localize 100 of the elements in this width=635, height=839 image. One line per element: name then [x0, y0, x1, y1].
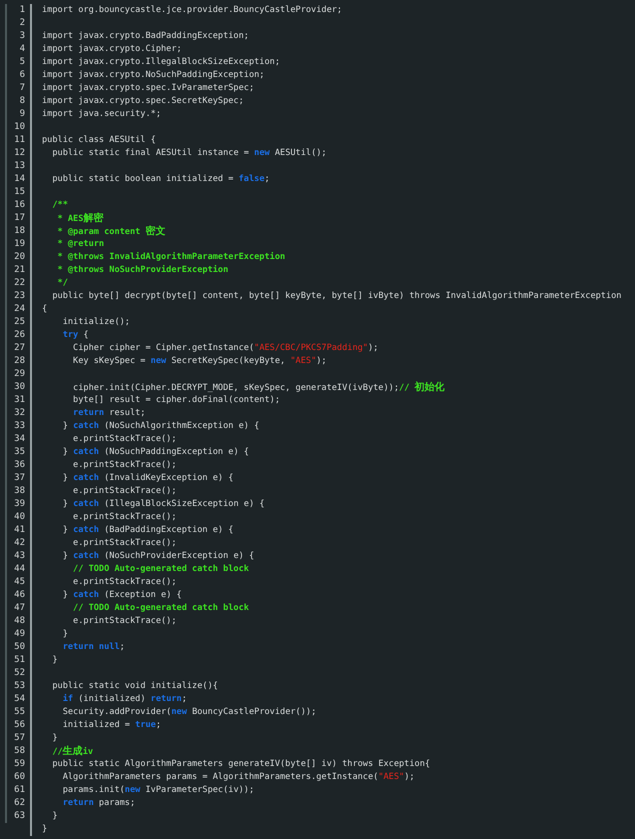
line-number: 56 [14, 719, 25, 732]
code-line: byte[] result = cipher.doFinal(content); [73, 394, 280, 407]
line-number: 54 [14, 693, 25, 706]
code-line: Cipher cipher = Cipher.getInstance("AES/CBC/PKCS7Padding"); [73, 342, 378, 355]
code-line: } catch (InvalidKeyException e) { [62, 472, 234, 485]
code-line: import javax.crypto.spec.IvParameterSpec; [42, 82, 254, 95]
line-number: 26 [14, 329, 25, 342]
code-line: import javax.crypto.IllegalBlockSizeException; [42, 56, 280, 69]
line-number: 55 [14, 706, 25, 719]
line-number: 6 [20, 69, 25, 82]
line-number: 52 [14, 667, 25, 680]
code-comment: * @throws InvalidAlgorithmParameterException [58, 251, 286, 264]
code-line: initialized = true; [62, 719, 162, 732]
line-number: 40 [14, 511, 25, 524]
line-number: 7 [20, 82, 25, 95]
code-line: public byte[] decrypt(byte[] content, byte[] keyByte, byte[] ivByte) throws InvalidAlgorithmParameterException [52, 290, 622, 303]
line-number: 32 [14, 407, 25, 420]
code-line: params.init(new IvParameterSpec(iv)); [62, 784, 254, 797]
line-number: 50 [14, 641, 25, 654]
code-line: import javax.crypto.NoSuchPaddingException; [42, 69, 264, 82]
code-line: e.printStackTrace(); [73, 459, 177, 472]
line-number: 36 [14, 459, 25, 472]
line-number: 1 [20, 4, 25, 17]
code-comment: // TODO Auto-generated catch block [73, 602, 249, 615]
code-comment: * @param content 密文 [58, 224, 166, 238]
line-number: 12 [14, 147, 25, 160]
code-line: public static AlgorithmParameters generateIV(byte[] iv) throws Exception{ [52, 758, 430, 771]
line-number: 30 [14, 381, 25, 394]
code-line: e.printStackTrace(); [73, 433, 177, 446]
line-number: 14 [14, 173, 25, 186]
code-line: } catch (NoSuchAlgorithmException e) { [62, 420, 260, 433]
line-number: 3 [20, 30, 25, 43]
line-number: 44 [14, 563, 25, 576]
code-line: } [62, 628, 68, 641]
code-line: return null; [62, 641, 125, 654]
code-line: } catch (NoSuchPaddingException e) { [62, 446, 249, 459]
line-number: 11 [14, 134, 25, 147]
line-number: 22 [14, 277, 25, 290]
code-line: import javax.crypto.Cipher; [42, 43, 182, 56]
line-number: 60 [14, 771, 25, 784]
line-number: 27 [14, 342, 25, 355]
code-line: initialize(); [62, 316, 130, 329]
code-comment: /** [52, 199, 68, 212]
line-number: 34 [14, 433, 25, 446]
line-number: 16 [14, 199, 25, 212]
code-line: public static boolean initialized = false; [52, 173, 270, 186]
code-line: public class AESUtil { [42, 134, 156, 147]
line-number: 39 [14, 498, 25, 511]
line-number: 33 [14, 420, 25, 433]
line-number: 49 [14, 628, 25, 641]
code-comment: * AES解密 [58, 212, 104, 226]
line-number: 46 [14, 589, 25, 602]
line-number: 20 [14, 251, 25, 264]
code-line: import javax.crypto.BadPaddingException; [42, 30, 249, 43]
code-line: } [52, 732, 58, 745]
line-number: 10 [14, 121, 25, 134]
line-number: 28 [14, 355, 25, 368]
line-number: 18 [14, 225, 25, 238]
code-line: { [42, 303, 48, 316]
line-number: 4 [20, 43, 25, 56]
line-number: 9 [20, 108, 25, 121]
code-line: e.printStackTrace(); [73, 615, 177, 628]
code-line: try { [62, 329, 89, 342]
code-line: } [42, 823, 48, 836]
line-number: 2 [20, 17, 25, 30]
line-number: 58 [14, 745, 25, 758]
line-number: 38 [14, 485, 25, 498]
line-number: 43 [14, 550, 25, 563]
code-line: cipher.init(Cipher.DECRYPT_MODE, sKeySpec, generateIV(ivByte));// 初始化 [73, 380, 445, 394]
code-line: } [52, 810, 58, 823]
line-number: 61 [14, 784, 25, 797]
line-number: 5 [20, 56, 25, 69]
line-number: 48 [14, 615, 25, 628]
line-number: 25 [14, 316, 25, 329]
code-line: import java.security.*; [42, 108, 161, 121]
line-number: 29 [14, 368, 25, 381]
code-line: public static void initialize(){ [52, 680, 218, 693]
line-number: 21 [14, 264, 25, 277]
code-line: e.printStackTrace(); [73, 576, 177, 589]
code-comment: */ [58, 277, 68, 290]
code-line: } catch (IllegalBlockSizeException e) { [62, 498, 265, 511]
code-line: Key sKeySpec = new SecretKeySpec(keyByte, "AES"); [73, 355, 327, 368]
line-number: 15 [14, 186, 25, 199]
line-number: 63 [14, 810, 25, 823]
line-number: 17 [14, 212, 25, 225]
line-number: 41 [14, 524, 25, 537]
code-comment: * @throws NoSuchProviderException [58, 264, 228, 277]
code-line: e.printStackTrace(); [73, 485, 177, 498]
line-number: 13 [14, 160, 25, 173]
code-line: public static final AESUtil instance = new AESUtil(); [52, 147, 327, 160]
line-number: 19 [14, 238, 25, 251]
code-line: } catch (Exception e) { [62, 589, 182, 602]
line-number: 47 [14, 602, 25, 615]
line-number: 23 [14, 290, 25, 303]
line-number: 59 [14, 758, 25, 771]
code-comment: * @return [58, 238, 104, 251]
line-number: 31 [14, 394, 25, 407]
code-comment: // TODO Auto-generated catch block [73, 563, 249, 576]
line-number: 24 [14, 303, 25, 316]
code-line: import javax.crypto.spec.SecretKeySpec; [42, 95, 244, 108]
